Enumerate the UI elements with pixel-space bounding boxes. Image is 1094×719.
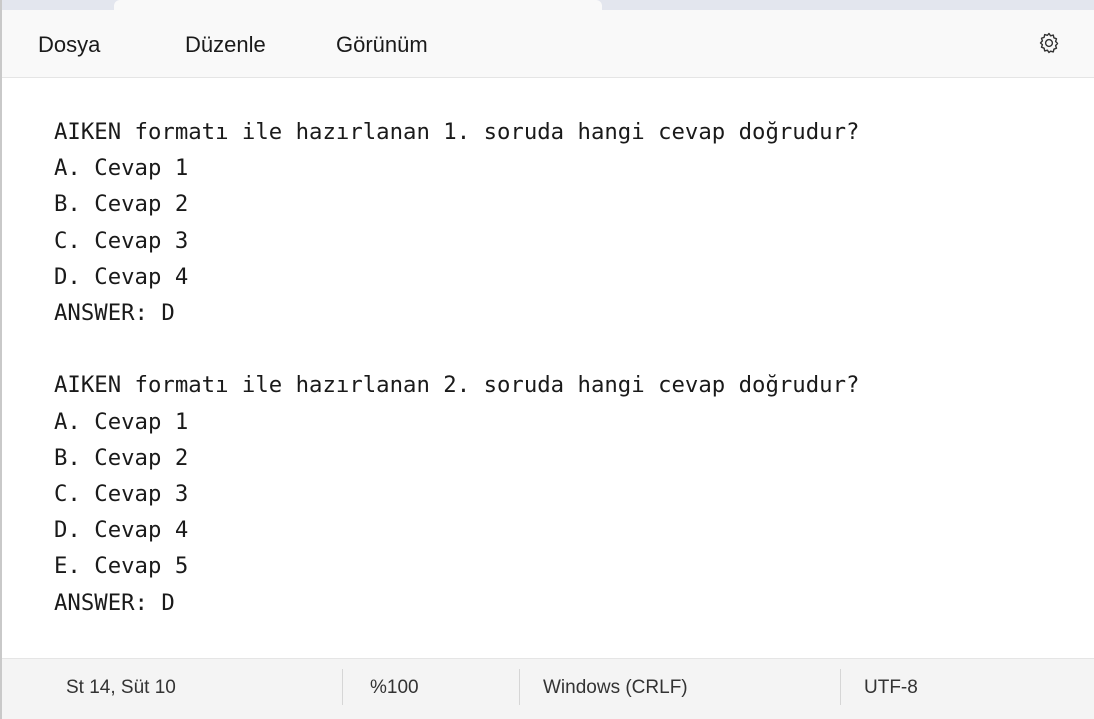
status-divider — [519, 669, 520, 705]
menu-edit[interactable]: Düzenle — [185, 32, 266, 58]
tab-strip — [2, 0, 1094, 10]
status-divider — [342, 669, 343, 705]
text-line[interactable]: C. Cevap 3 — [54, 228, 188, 254]
text-line[interactable]: D. Cevap 4 — [54, 264, 188, 290]
active-tab[interactable] — [114, 0, 602, 10]
zoom-level[interactable]: %100 — [370, 677, 419, 699]
menu-view[interactable]: Görünüm — [336, 32, 428, 58]
text-line[interactable]: A. Cevap 1 — [54, 409, 188, 435]
status-divider — [840, 669, 841, 705]
text-line[interactable]: D. Cevap 4 — [54, 517, 188, 543]
notepad-window: Dosya Düzenle Görünüm AIKEN formatı ile … — [0, 0, 1094, 719]
line-ending[interactable]: Windows (CRLF) — [543, 677, 688, 699]
text-line[interactable]: B. Cevap 2 — [54, 191, 188, 217]
menu-bar: Dosya Düzenle Görünüm — [2, 10, 1094, 78]
text-line[interactable]: E. Cevap 5 — [54, 553, 188, 579]
encoding[interactable]: UTF-8 — [864, 677, 918, 699]
menu-file[interactable]: Dosya — [38, 32, 100, 58]
cursor-position: St 14, Süt 10 — [66, 677, 176, 698]
status-bar: St 14, Süt 10 %100 Windows (CRLF) UTF-8 — [2, 658, 1094, 719]
text-line[interactable]: A. Cevap 1 — [54, 155, 188, 181]
document-text[interactable]: AIKEN formatı ile hazırlanan 1. soruda h… — [54, 114, 859, 621]
text-line[interactable]: ANSWER: D — [54, 300, 175, 326]
text-line[interactable]: AIKEN formatı ile hazırlanan 1. soruda h… — [54, 119, 859, 145]
text-line[interactable]: C. Cevap 3 — [54, 481, 188, 507]
text-line[interactable]: B. Cevap 2 — [54, 445, 188, 471]
settings-button[interactable] — [1034, 28, 1064, 58]
text-line[interactable]: ANSWER: D — [54, 590, 175, 616]
text-editor-area[interactable]: AIKEN formatı ile hazırlanan 1. soruda h… — [2, 78, 1094, 658]
gear-icon — [1039, 32, 1059, 54]
text-line[interactable]: AIKEN formatı ile hazırlanan 2. soruda h… — [54, 372, 859, 398]
